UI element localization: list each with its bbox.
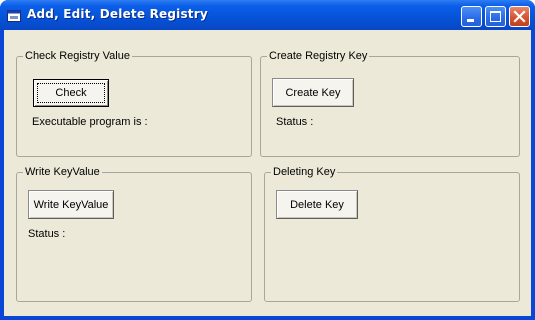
write-status-label: Status : bbox=[28, 228, 66, 240]
delete-key-button[interactable]: Delete Key bbox=[276, 190, 358, 219]
maximize-button[interactable] bbox=[485, 6, 506, 27]
write-keyvalue-button[interactable]: Write KeyValue bbox=[28, 190, 114, 219]
check-button[interactable]: Check bbox=[33, 79, 109, 107]
check-registry-caption: Check Registry Value bbox=[23, 49, 132, 63]
minimize-icon bbox=[467, 19, 474, 22]
maximize-icon bbox=[490, 11, 501, 22]
form-client-area: Check Registry Value Check Executable pr… bbox=[4, 30, 531, 316]
executable-program-label: Executable program is : bbox=[32, 116, 148, 128]
minimize-button[interactable] bbox=[461, 6, 482, 27]
create-key-button-label: Create Key bbox=[285, 86, 341, 99]
vb-form-icon[interactable] bbox=[7, 9, 21, 22]
close-icon bbox=[513, 10, 526, 23]
create-status-label: Status : bbox=[276, 116, 314, 128]
create-registry-key-caption: Create Registry Key bbox=[267, 49, 370, 63]
window-title: Add, Edit, Delete Registry bbox=[27, 7, 208, 21]
delete-key-button-label: Delete Key bbox=[290, 198, 344, 211]
title-bar[interactable]: Add, Edit, Delete Registry bbox=[0, 0, 535, 30]
main-window: Add, Edit, Delete Registry Check Registr… bbox=[0, 0, 535, 320]
create-registry-key-frame: Create Registry Key Create Key Status : bbox=[260, 49, 520, 157]
deleting-key-caption: Deleting Key bbox=[271, 165, 338, 179]
deleting-key-frame: Deleting Key Delete Key bbox=[264, 165, 520, 302]
check-button-label: Check bbox=[55, 87, 87, 99]
create-key-button[interactable]: Create Key bbox=[272, 78, 354, 107]
write-keyvalue-caption: Write KeyValue bbox=[23, 165, 102, 179]
write-keyvalue-frame: Write KeyValue Write KeyValue Status : bbox=[16, 165, 252, 302]
write-keyvalue-button-label: Write KeyValue bbox=[33, 198, 109, 211]
check-registry-frame: Check Registry Value Check Executable pr… bbox=[16, 49, 252, 157]
close-button[interactable] bbox=[509, 6, 530, 27]
